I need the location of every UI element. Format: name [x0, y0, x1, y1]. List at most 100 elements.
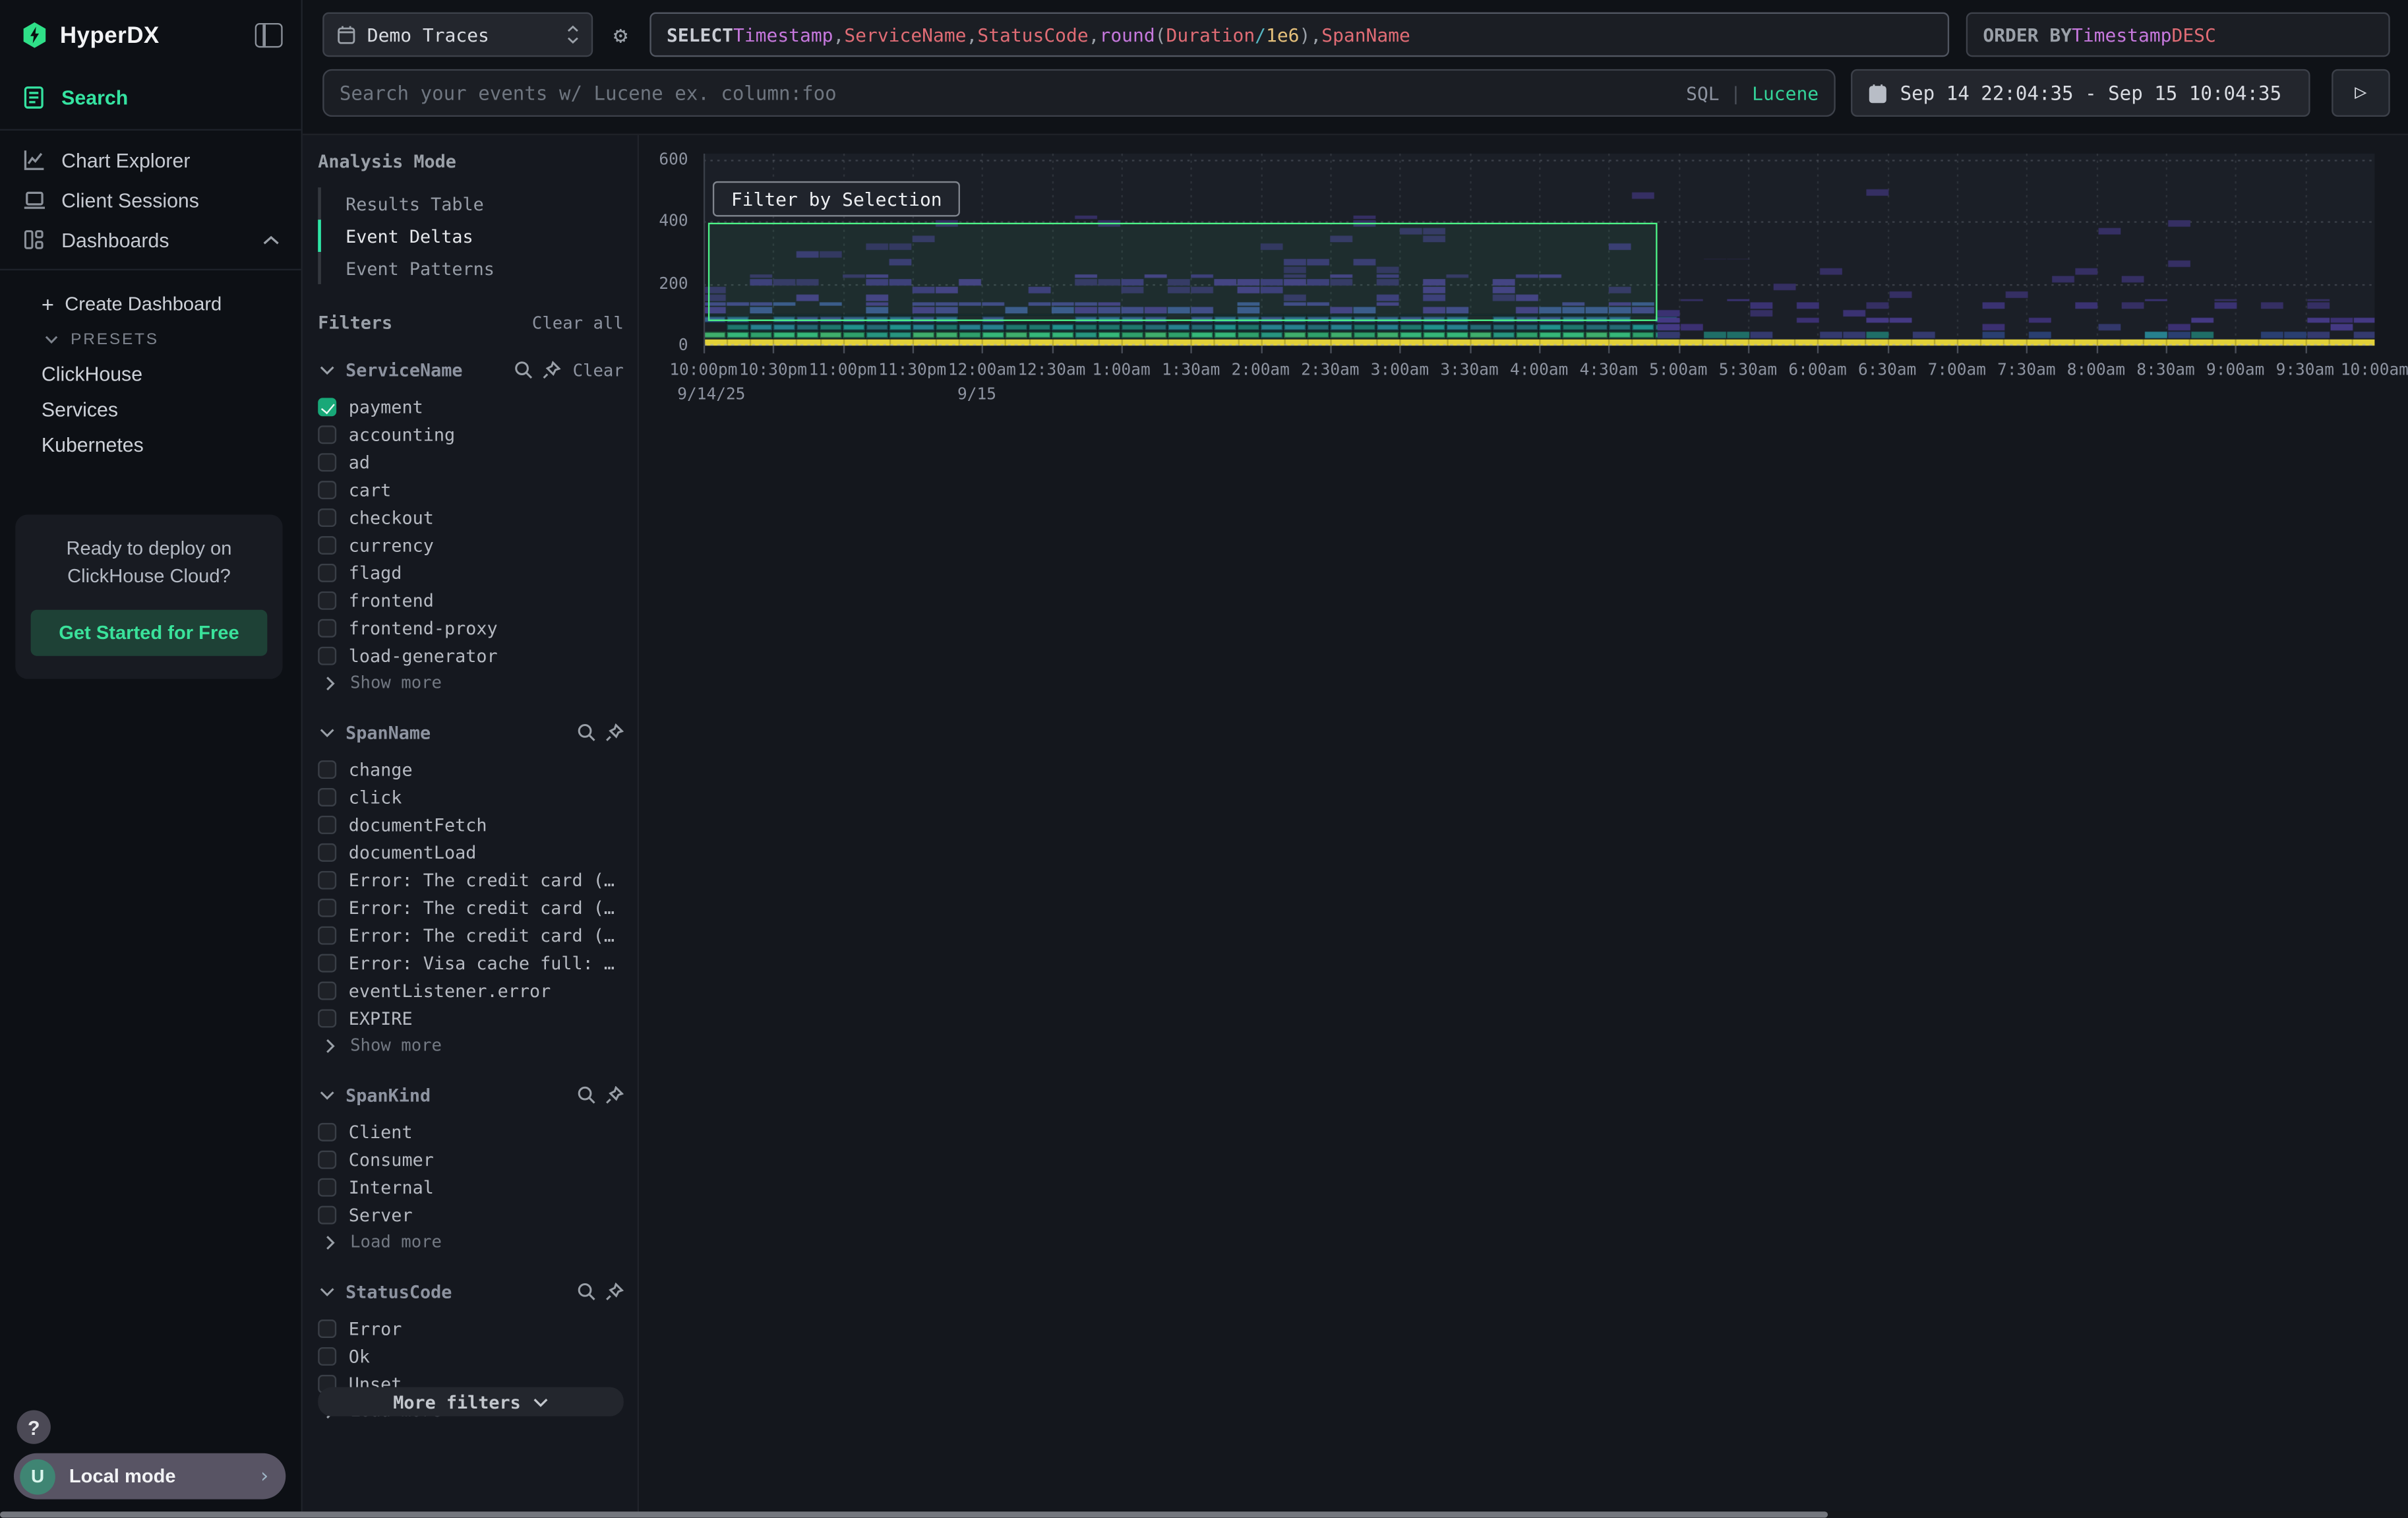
checkbox-unchecked[interactable] [318, 982, 336, 1000]
checkbox-unchecked[interactable] [318, 1347, 336, 1366]
checkbox-unchecked[interactable] [318, 871, 336, 890]
filter-checkbox-row[interactable]: flagd [318, 559, 624, 587]
checkbox-unchecked[interactable] [318, 1123, 336, 1141]
checkbox-unchecked[interactable] [318, 425, 336, 444]
filter-checkbox-row[interactable]: Client [318, 1118, 624, 1146]
checkbox-unchecked[interactable] [318, 760, 336, 779]
create-dashboard-button[interactable]: + Create Dashboard [0, 286, 301, 322]
checkbox-unchecked[interactable] [318, 1320, 336, 1338]
date-range-picker[interactable]: Sep 14 22:04:35 - Sep 15 10:04:35 [1851, 69, 2310, 117]
checkbox-unchecked[interactable] [318, 647, 336, 665]
gear-icon[interactable]: ⚙ [603, 18, 637, 51]
filter-checkbox-row[interactable]: Error [318, 1315, 624, 1343]
filter-checkbox-row[interactable]: click [318, 783, 624, 811]
sidebar-item-search[interactable]: Search [0, 76, 301, 117]
checkbox-unchecked[interactable] [318, 816, 336, 834]
clear-group-link[interactable]: Clear [573, 360, 624, 380]
chevron-down-icon[interactable] [318, 1283, 336, 1301]
filter-by-selection-button[interactable]: Filter by Selection [713, 181, 961, 217]
checkbox-unchecked[interactable] [318, 899, 336, 917]
sidebar-collapse-icon[interactable] [255, 23, 283, 47]
get-started-button[interactable]: Get Started for Free [31, 610, 268, 656]
filter-checkbox-row[interactable]: accounting [318, 421, 624, 448]
analysis-mode-event-deltas[interactable]: Event Deltas [318, 220, 624, 252]
filter-checkbox-row[interactable]: eventListener.error [318, 977, 624, 1005]
filter-group-name[interactable]: SpanName [346, 722, 568, 744]
help-button[interactable]: ? [17, 1410, 51, 1443]
search-icon[interactable] [578, 723, 596, 742]
filter-checkbox-row[interactable]: documentLoad [318, 839, 624, 866]
run-query-button[interactable]: ▷ [2332, 69, 2390, 117]
pin-icon[interactable] [605, 723, 624, 742]
analysis-mode-event-patterns[interactable]: Event Patterns [318, 252, 624, 284]
sidebar-item-clickhouse[interactable]: ClickHouse [0, 356, 301, 392]
checkbox-unchecked[interactable] [318, 1151, 336, 1169]
source-select[interactable]: Demo Traces [322, 13, 593, 57]
search-input[interactable]: Search your events w/ Lucene ex. column:… [322, 69, 1836, 117]
filter-checkbox-row[interactable]: Consumer [318, 1146, 624, 1174]
filter-group-name[interactable]: SpanKind [346, 1085, 568, 1107]
checkbox-unchecked[interactable] [318, 536, 336, 555]
filter-checkbox-row[interactable]: payment [318, 393, 624, 421]
checkbox-unchecked[interactable] [318, 1206, 336, 1225]
sql-toggle[interactable]: SQL [1686, 82, 1720, 104]
filter-checkbox-row[interactable]: Error: The credit card (… [318, 866, 624, 894]
more-filters-button[interactable]: More filters [318, 1387, 624, 1416]
filter-checkbox-row[interactable]: frontend-proxy [318, 615, 624, 642]
sidebar-item-dashboards[interactable]: Dashboards [0, 220, 301, 260]
filter-checkbox-row[interactable]: documentFetch [318, 811, 624, 839]
filter-checkbox-row[interactable]: change [318, 756, 624, 783]
search-icon[interactable] [578, 1283, 596, 1301]
checkbox-unchecked[interactable] [318, 481, 336, 499]
horizontal-scrollbar-thumb[interactable] [0, 1511, 1828, 1517]
filter-checkbox-row[interactable]: Server [318, 1201, 624, 1229]
clear-all-link[interactable]: Clear all [532, 313, 624, 332]
filter-checkbox-row[interactable]: Ok [318, 1343, 624, 1370]
load-more-link[interactable]: Load more [318, 1229, 624, 1256]
checkbox-unchecked[interactable] [318, 926, 336, 945]
analysis-mode-results-table[interactable]: Results Table [318, 187, 624, 220]
sidebar-item-client-sessions[interactable]: Client Sessions [0, 180, 301, 220]
checkbox-unchecked[interactable] [318, 1178, 336, 1197]
lucene-toggle[interactable]: Lucene [1752, 82, 1819, 104]
sidebar-item-kubernetes[interactable]: Kubernetes [0, 427, 301, 463]
checkbox-unchecked[interactable] [318, 592, 336, 610]
checkbox-unchecked[interactable] [318, 508, 336, 527]
checkbox-unchecked[interactable] [318, 954, 336, 973]
filter-group-name[interactable]: StatusCode [346, 1281, 568, 1303]
chevron-down-icon[interactable] [318, 361, 336, 379]
sidebar-item-chart-explorer[interactable]: Chart Explorer [0, 140, 301, 180]
filter-checkbox-row[interactable]: Error: The credit card (… [318, 894, 624, 922]
show-more-link[interactable]: Show more [318, 670, 624, 696]
pin-icon[interactable] [542, 361, 560, 379]
checkbox-unchecked[interactable] [318, 1009, 336, 1027]
search-icon[interactable] [514, 361, 533, 379]
pin-icon[interactable] [605, 1283, 624, 1301]
checkbox-checked[interactable] [318, 398, 336, 416]
filter-checkbox-row[interactable]: EXPIRE [318, 1004, 624, 1032]
search-icon[interactable] [578, 1086, 596, 1105]
show-more-link[interactable]: Show more [318, 1032, 624, 1058]
select-columns-input[interactable]: SELECT Timestamp, ServiceName, StatusCod… [649, 13, 1949, 57]
order-by-input[interactable]: ORDER BY Timestamp DESC [1966, 13, 2390, 57]
filter-checkbox-row[interactable]: currency [318, 531, 624, 559]
chevron-down-icon[interactable] [318, 723, 336, 742]
filter-checkbox-row[interactable]: frontend [318, 587, 624, 615]
filter-checkbox-row[interactable]: cart [318, 476, 624, 504]
checkbox-unchecked[interactable] [318, 619, 336, 638]
filter-checkbox-row[interactable]: Error: The credit card (… [318, 922, 624, 950]
filter-group-name[interactable]: ServiceName [346, 359, 505, 381]
filter-checkbox-row[interactable]: Error: Visa cache full: … [318, 950, 624, 977]
pin-icon[interactable] [605, 1086, 624, 1105]
filter-checkbox-row[interactable]: Internal [318, 1174, 624, 1201]
checkbox-unchecked[interactable] [318, 453, 336, 471]
filter-checkbox-row[interactable]: load-generator [318, 642, 624, 670]
presets-toggle[interactable]: PRESETS [0, 322, 301, 356]
chevron-down-icon[interactable] [318, 1086, 336, 1105]
sidebar-item-services[interactable]: Services [0, 392, 301, 427]
chevron-up-icon[interactable] [262, 234, 280, 245]
local-mode-button[interactable]: U Local mode › [14, 1453, 286, 1500]
filter-checkbox-row[interactable]: ad [318, 448, 624, 476]
checkbox-unchecked[interactable] [318, 843, 336, 862]
checkbox-unchecked[interactable] [318, 564, 336, 582]
